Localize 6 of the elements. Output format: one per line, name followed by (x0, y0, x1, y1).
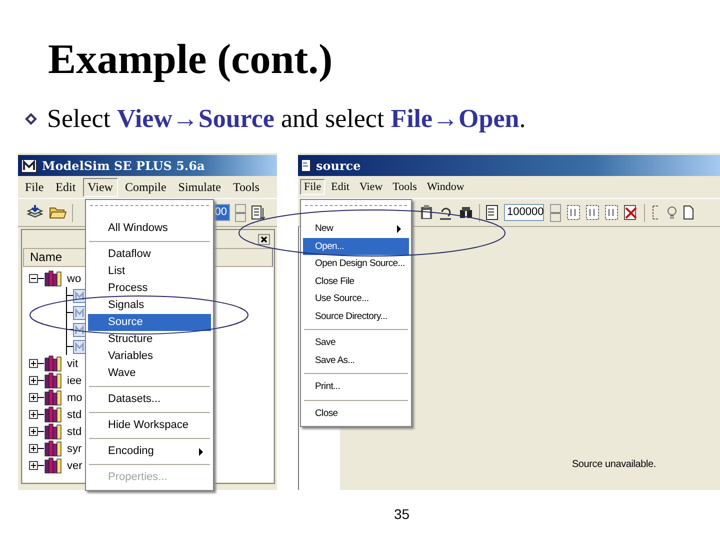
page-number: 35 (394, 506, 410, 522)
status-message: Source unavailable. (572, 459, 656, 470)
window-title: ModelSim SE PLUS 5.6a (42, 158, 205, 172)
window-title: source (316, 158, 361, 172)
slide-title: Example (cont.) (47, 36, 334, 84)
instruction-text: Select View→Source and select File→Open. (47, 104, 526, 134)
